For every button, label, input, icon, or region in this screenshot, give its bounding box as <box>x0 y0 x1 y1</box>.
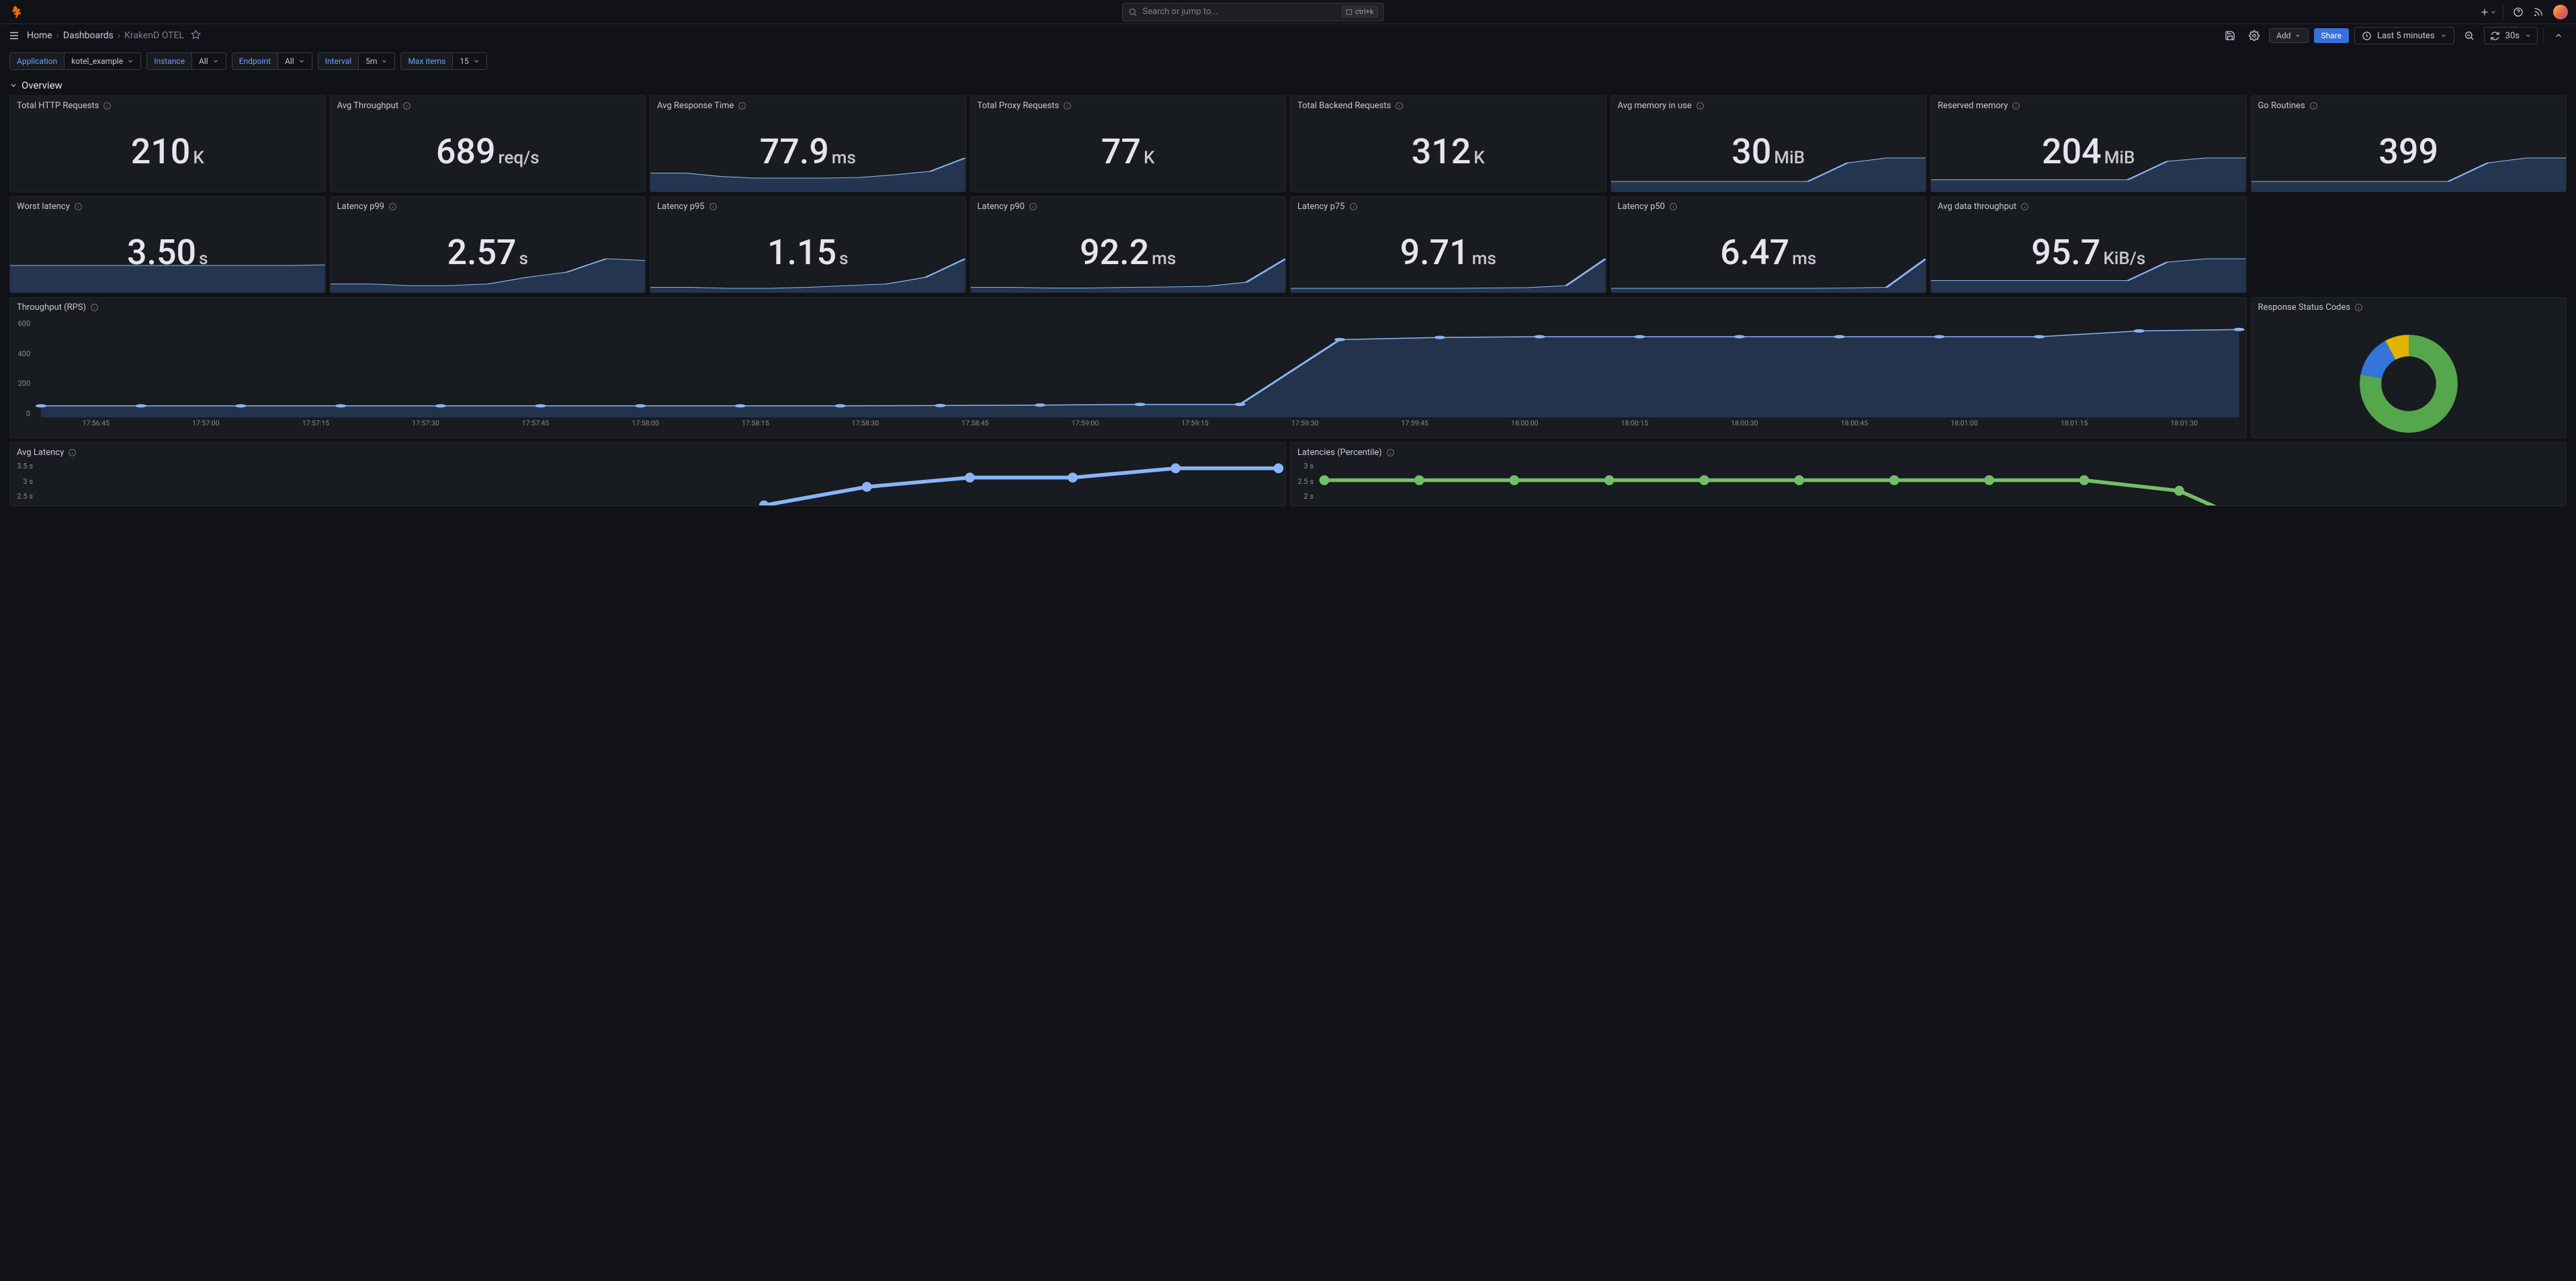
stat-unit: K <box>193 148 204 168</box>
nav-menu-icon[interactable] <box>8 30 20 42</box>
var-instance-label: Instance <box>146 52 192 70</box>
row-overview-toggle[interactable]: Overview <box>0 75 2576 95</box>
panel-title: Avg data throughput <box>1938 202 2016 212</box>
var-instance-select[interactable]: All <box>192 52 226 70</box>
stat-unit: K <box>1144 148 1154 168</box>
panel-title: Latencies (Percentile) <box>1297 448 1382 458</box>
panel-title: Throughput (RPS) <box>17 302 86 313</box>
info-icon <box>1063 101 1072 110</box>
refresh-picker[interactable]: 30s <box>2484 27 2538 44</box>
info-icon <box>90 303 99 312</box>
panel-mem_res[interactable]: Reserved memory204MiB <box>1930 95 2247 192</box>
grafana-logo-icon[interactable] <box>8 5 23 19</box>
var-maxitems-label: Max items <box>400 52 453 70</box>
info-icon <box>738 101 746 110</box>
info-icon <box>1386 448 1395 457</box>
panel-title: Avg memory in use <box>1618 101 1692 111</box>
panel-avg_resp[interactable]: Avg Response Time77.9ms <box>650 95 966 192</box>
stat-unit: K <box>1473 148 1484 168</box>
time-range-picker[interactable]: Last 5 minutes <box>2354 27 2454 44</box>
info-icon <box>1696 101 1705 110</box>
stat-value: 210 <box>131 131 191 172</box>
panel-data_thr[interactable]: Avg data throughput95.7KiB/s <box>1930 196 2247 293</box>
panel-backend[interactable]: Total Backend Requests 312K <box>1290 95 1606 192</box>
var-interval-label: Interval <box>318 52 359 70</box>
info-icon <box>1029 202 1037 211</box>
panel-avg-latency[interactable]: Avg Latency 3.5 s3 s2.5 s <box>9 442 1286 506</box>
panel-title: Latency p99 <box>337 202 385 212</box>
info-icon <box>2309 101 2318 110</box>
news-icon[interactable] <box>2533 7 2544 17</box>
panel-title: Latency p50 <box>1618 202 1666 212</box>
panel-throughput-rps[interactable]: Throughput (RPS) 6004002000 17:56:4517:5… <box>9 297 2247 438</box>
info-icon <box>1349 202 1358 211</box>
var-endpoint-select[interactable]: All <box>278 52 312 70</box>
var-maxitems-select[interactable]: 15 <box>453 52 487 70</box>
info-icon <box>1395 101 1404 110</box>
info-icon <box>1669 202 1678 211</box>
info-icon <box>103 101 112 110</box>
var-interval-select[interactable]: 5m <box>359 52 395 70</box>
stat-value: 77 <box>1101 131 1141 172</box>
crumb-dashboards[interactable]: Dashboards <box>63 30 114 41</box>
panel-avg_thr[interactable]: Avg Throughput 689req/s <box>330 95 646 192</box>
panel-total_http[interactable]: Total HTTP Requests 210K <box>9 95 326 192</box>
collapse-icon[interactable] <box>2549 26 2568 45</box>
save-dashboard-icon[interactable] <box>2221 26 2239 45</box>
panel-p50[interactable]: Latency p506.47ms <box>1611 196 1927 293</box>
add-icon[interactable] <box>2483 7 2493 17</box>
panel-worst[interactable]: Worst latency3.50s <box>9 196 326 293</box>
panel-title: Avg Throughput <box>337 101 399 111</box>
search-shortcut: ctrl+k <box>1342 6 1378 17</box>
panel-proxy[interactable]: Total Proxy Requests 77K <box>970 95 1287 192</box>
add-button[interactable]: Add <box>2269 28 2308 43</box>
crumb-current: KrakenD OTEL <box>124 30 184 41</box>
info-icon <box>68 448 77 457</box>
panel-p90[interactable]: Latency p9092.2ms <box>970 196 1287 293</box>
panel-title: Total HTTP Requests <box>17 101 99 111</box>
var-application-label: Application <box>9 52 65 70</box>
info-icon <box>2012 101 2020 110</box>
info-icon <box>388 202 397 211</box>
stat-unit: req/s <box>499 148 540 168</box>
panel-p99[interactable]: Latency p992.57s <box>330 196 646 293</box>
info-icon <box>709 202 718 211</box>
panel-latencies-percentile[interactable]: Latencies (Percentile) 3 s2.5 s2 s <box>1290 442 2567 506</box>
info-icon <box>402 101 411 110</box>
panel-goroutines[interactable]: Go Routines399 <box>2251 95 2567 192</box>
panel-title: Go Routines <box>2258 101 2305 111</box>
var-endpoint-label: Endpoint <box>232 52 278 70</box>
var-application-select[interactable]: kotel_example <box>65 52 141 70</box>
info-icon <box>2354 303 2363 312</box>
panel-title: Reserved memory <box>1938 101 2008 111</box>
help-icon[interactable] <box>2513 7 2524 17</box>
settings-gear-icon[interactable] <box>2245 26 2264 45</box>
share-button[interactable]: Share <box>2314 28 2350 43</box>
search-placeholder: Search or jump to... <box>1143 7 1336 17</box>
panel-title: Total Proxy Requests <box>978 101 1060 111</box>
user-avatar[interactable] <box>2553 5 2568 19</box>
panel-p75[interactable]: Latency p759.71ms <box>1290 196 1606 293</box>
panel-title: Response Status Codes <box>2258 302 2351 313</box>
zoom-out-icon[interactable] <box>2460 26 2479 45</box>
info-icon <box>74 202 83 211</box>
breadcrumb: Home › Dashboards › KrakenD OTEL <box>27 30 184 41</box>
panel-title: Avg Latency <box>17 448 64 458</box>
panel-title: Worst latency <box>17 202 70 212</box>
panel-title: Latency p95 <box>657 202 705 212</box>
panel-status-codes[interactable]: Response Status Codes 200 500 404 <box>2251 297 2567 438</box>
global-search-input[interactable]: Search or jump to... ctrl+k <box>1122 3 1384 22</box>
panel-title: Avg Response Time <box>657 101 734 111</box>
panel-p95[interactable]: Latency p951.15s <box>650 196 966 293</box>
panel-title: Latency p90 <box>978 202 1025 212</box>
stat-value: 312 <box>1412 131 1471 172</box>
stat-value: 689 <box>436 131 496 172</box>
favorite-star-icon[interactable] <box>191 30 201 42</box>
panel-title: Total Backend Requests <box>1297 101 1391 111</box>
info-icon <box>2020 202 2029 211</box>
panel-title: Latency p75 <box>1297 202 1345 212</box>
crumb-home[interactable]: Home <box>27 30 52 41</box>
panel-mem_use[interactable]: Avg memory in use30MiB <box>1611 95 1927 192</box>
